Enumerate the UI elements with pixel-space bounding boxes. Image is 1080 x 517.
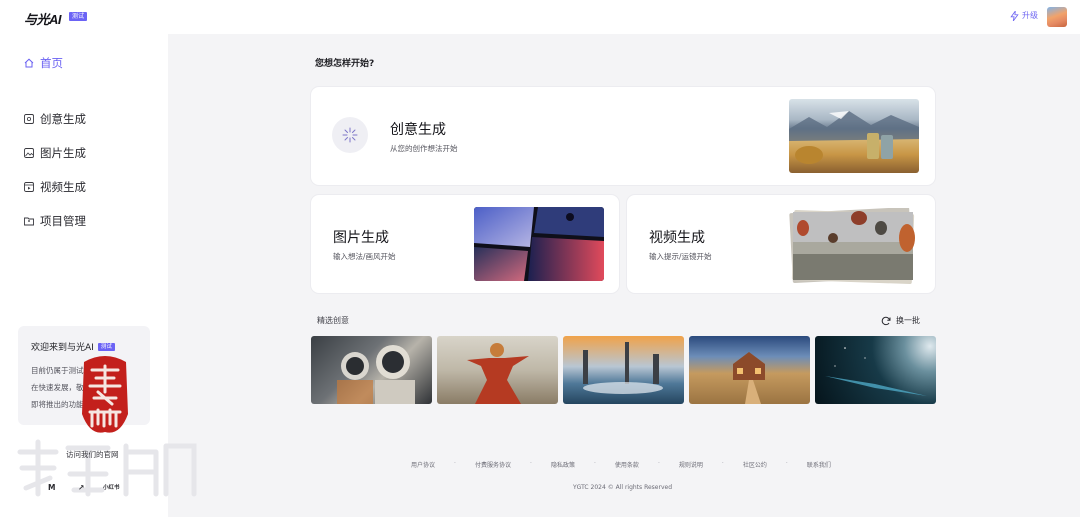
page-title: 您想怎样开始? bbox=[315, 59, 375, 69]
sidebar-item-image[interactable]: 图片生成 bbox=[24, 145, 86, 161]
card-subtitle: 输入提示/运镜开始 bbox=[649, 252, 712, 261]
footer-link-community[interactable]: 社区公约 bbox=[743, 460, 767, 469]
share-icon[interactable]: ↗ bbox=[78, 483, 84, 492]
xiaohongshu-icon[interactable]: 小红书 bbox=[103, 483, 120, 491]
featured-image-space[interactable] bbox=[815, 336, 936, 404]
video-icon bbox=[24, 182, 34, 192]
footer-link-user-agreement[interactable]: 用户协议 bbox=[411, 460, 435, 469]
footer-links: 用户协议 · 付费服务协议 · 隐私政策 · 使用条款 · 规则说明 · 社区公… bbox=[411, 460, 831, 469]
astronaut-art bbox=[337, 345, 415, 404]
red-dress-art bbox=[467, 343, 529, 404]
sidebar-item-label: 图片生成 bbox=[40, 146, 86, 160]
user-avatar[interactable] bbox=[1047, 7, 1067, 27]
video-generation-card[interactable]: 视频生成 输入提示/运镜开始 bbox=[627, 195, 935, 293]
official-site-link[interactable]: 访问我们的官网 bbox=[66, 449, 119, 460]
sidebar-item-label: 视频生成 bbox=[40, 180, 86, 194]
card-title: 创意生成 bbox=[390, 122, 446, 138]
card-title: 图片生成 bbox=[333, 230, 389, 246]
card-title: 视频生成 bbox=[649, 230, 705, 246]
creative-preview-image bbox=[789, 99, 919, 173]
landscape-art bbox=[789, 111, 919, 164]
upgrade-label: 升级 bbox=[1022, 11, 1038, 20]
sidebar-item-video[interactable]: 视频生成 bbox=[24, 179, 86, 195]
refresh-icon bbox=[881, 316, 891, 325]
footer-separator: · bbox=[657, 460, 660, 467]
footer-link-rules[interactable]: 规则说明 bbox=[679, 460, 703, 469]
refresh-label: 换一批 bbox=[896, 316, 920, 325]
sparkle-icon bbox=[332, 117, 368, 153]
footer-separator: · bbox=[721, 460, 724, 467]
featured-image-woman[interactable] bbox=[437, 336, 558, 404]
image-icon bbox=[24, 148, 34, 158]
home-icon bbox=[24, 58, 34, 68]
image-collage bbox=[474, 207, 604, 281]
creative-generation-card[interactable]: 创意生成 从您的创作想法开始 bbox=[311, 87, 935, 185]
sparkle-glyph bbox=[342, 127, 358, 143]
image-generation-card[interactable]: 图片生成 输入想法/画风开始 bbox=[311, 195, 619, 293]
footer-link-privacy[interactable]: 隐私政策 bbox=[551, 460, 575, 469]
sparkle-icon bbox=[24, 114, 34, 124]
beta-badge: 测试 bbox=[69, 12, 88, 21]
featured-image-astronauts[interactable] bbox=[311, 336, 432, 404]
desert-house-art bbox=[733, 352, 765, 404]
footer-link-terms[interactable]: 使用条款 bbox=[615, 460, 639, 469]
medium-icon[interactable]: M bbox=[48, 483, 55, 492]
footer-separator: · bbox=[785, 460, 788, 467]
featured-image-house[interactable] bbox=[689, 336, 810, 404]
image-collage-preview bbox=[474, 207, 604, 281]
refresh-button[interactable]: 换一批 bbox=[881, 315, 920, 326]
sidebar-item-home[interactable]: 首页 bbox=[24, 55, 63, 71]
app-logo[interactable]: 与光AI bbox=[24, 9, 62, 28]
upgrade-button[interactable]: 升级 bbox=[1010, 10, 1038, 21]
footer-separator: · bbox=[530, 460, 532, 467]
lightning-icon bbox=[1010, 10, 1019, 21]
beta-badge: 测试 bbox=[97, 342, 115, 351]
featured-image-city[interactable] bbox=[563, 336, 684, 404]
footer-link-contact[interactable]: 联系我们 bbox=[807, 460, 831, 469]
top-bar: 与光AI 测试 升级 bbox=[0, 0, 1080, 34]
footer-link-paid-service[interactable]: 付费服务协议 bbox=[475, 460, 511, 469]
card-subtitle: 从您的创作想法开始 bbox=[390, 144, 458, 153]
sidebar-item-label: 首页 bbox=[40, 56, 63, 70]
spaceship-art bbox=[825, 347, 927, 396]
featured-label: 精选创意 bbox=[317, 316, 349, 325]
footer-separator: · bbox=[593, 460, 596, 467]
card-subtitle: 输入想法/画风开始 bbox=[333, 252, 396, 261]
sidebar-item-creative[interactable]: 创意生成 bbox=[24, 111, 86, 127]
sidebar-item-label: 创意生成 bbox=[40, 112, 86, 126]
folder-icon bbox=[24, 217, 34, 226]
video-stack-preview bbox=[789, 208, 917, 284]
balloon-frames bbox=[789, 208, 915, 284]
footer-separator: · bbox=[454, 460, 456, 467]
red-seal-stamp bbox=[82, 356, 128, 433]
futuristic-city-art bbox=[583, 342, 663, 394]
sidebar-item-label: 项目管理 bbox=[40, 214, 86, 228]
copyright-text: YGTC 2024 © All rights Reserved bbox=[573, 484, 672, 491]
sidebar-item-projects[interactable]: 项目管理 bbox=[24, 213, 86, 229]
